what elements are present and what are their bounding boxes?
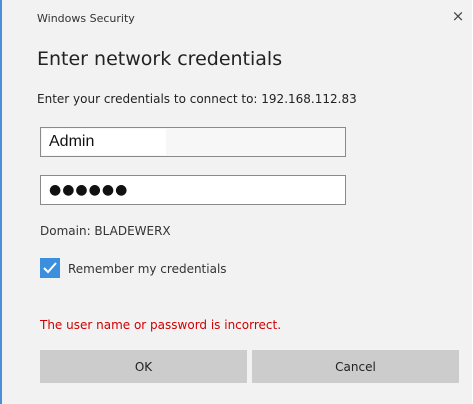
cancel-button[interactable]: Cancel bbox=[252, 350, 459, 383]
close-button[interactable]: × bbox=[450, 8, 466, 24]
password-field[interactable]: ●●●●●● bbox=[40, 175, 346, 205]
remember-checkbox[interactable] bbox=[40, 258, 60, 278]
username-field[interactable]: Admin bbox=[40, 127, 346, 157]
password-value: ●●●●●● bbox=[49, 182, 129, 198]
connect-prompt: Enter your credentials to connect to: 19… bbox=[37, 92, 357, 106]
username-value: Admin bbox=[49, 133, 95, 150]
checkmark-icon bbox=[43, 262, 57, 274]
window-title: Windows Security bbox=[37, 12, 135, 25]
credentials-dialog: Windows Security × Enter network credent… bbox=[0, 0, 472, 404]
ok-button[interactable]: OK bbox=[40, 350, 247, 383]
remember-label[interactable]: Remember my credentials bbox=[68, 262, 227, 276]
error-message: The user name or password is incorrect. bbox=[40, 318, 282, 332]
domain-label: Domain: BLADEWERX bbox=[40, 224, 171, 238]
dialog-heading: Enter network credentials bbox=[37, 48, 283, 70]
